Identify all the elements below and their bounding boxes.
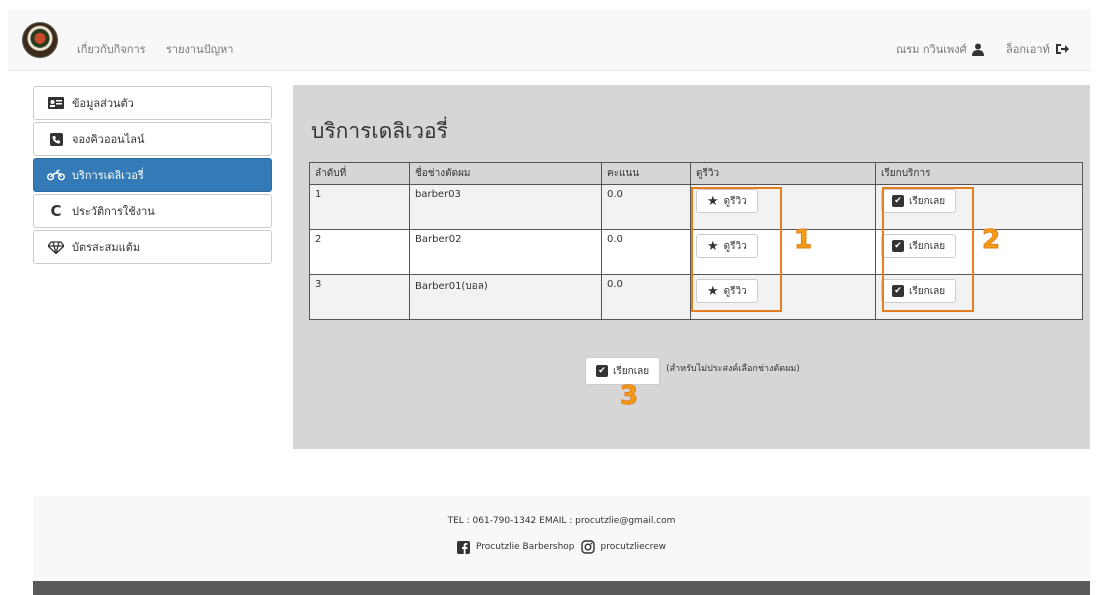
sidebar-item-label: ประวัติการใช้งาน	[72, 205, 155, 218]
quick-call-row: ✔ เรียกเลย (สำหรับไม่ประสงค์เลือกช่างตัด…	[585, 357, 800, 385]
instagram-link[interactable]: procutzliecrew	[601, 542, 667, 552]
sidebar-item-points-card[interactable]: บัตรสะสมแต้ม	[33, 230, 272, 264]
column-header: ชื่อช่างตัดผม	[409, 162, 602, 185]
barber-name: Barber01(บอล)	[409, 274, 602, 320]
row-number: 3	[309, 274, 410, 320]
sidebar: ข้อมูลส่วนตัว จองคิวออนไลน์ บริการเดลิเว…	[33, 86, 272, 266]
row-number: 1	[309, 184, 410, 230]
motorcycle-icon	[47, 169, 65, 181]
annotation-box-review	[691, 187, 782, 312]
sidebar-item-delivery[interactable]: บริการเดลิเวอรี่	[33, 158, 272, 192]
logo[interactable]	[22, 22, 58, 58]
footer-social: Procutzlie Barbershop procutzliecrew	[33, 540, 1090, 554]
annotation-number: 1	[793, 225, 813, 256]
barber-score: 0.0	[601, 184, 691, 230]
sign-out-icon	[1055, 43, 1069, 55]
instagram-icon[interactable]	[580, 540, 595, 554]
bottom-bar	[33, 581, 1090, 595]
facebook-icon[interactable]	[456, 540, 470, 554]
logout-label: ล็อกเอาท์	[1006, 43, 1050, 56]
sidebar-item-label: บริการเดลิเวอรี่	[72, 169, 144, 182]
user-icon	[971, 43, 984, 56]
check-square-icon: ✔	[596, 365, 608, 377]
nav-link-report[interactable]: รายงานปัญหา	[166, 40, 233, 58]
table-header-row: ลำดับที่ ชื่อช่างตัดผม คะแนน ดูรีวิว เรี…	[309, 162, 1083, 185]
facebook-link[interactable]: Procutzlie Barbershop	[476, 542, 575, 552]
sidebar-item-label: จองคิวออนไลน์	[72, 133, 145, 146]
phone-icon	[47, 132, 65, 146]
annotation-number: 2	[981, 225, 1001, 256]
main-panel: บริการเดลิเวอรี่ ลำดับที่ ชื่อช่างตัดผม …	[293, 85, 1090, 449]
diamond-icon	[47, 240, 65, 254]
row-number: 2	[309, 229, 410, 275]
barber-score: 0.0	[601, 229, 691, 275]
user-menu[interactable]: ณรม กวินเพงศ์	[896, 40, 984, 58]
page-title: บริการเดลิเวอรี่	[311, 119, 448, 143]
column-header: ลำดับที่	[309, 162, 410, 185]
footer: TEL : 061-790-1342 EMAIL : procutzlie@gm…	[33, 496, 1090, 581]
user-name: ณรม กวินเพงศ์	[896, 43, 967, 56]
sidebar-item-label: ข้อมูลส่วนตัว	[72, 97, 134, 110]
annotation-number: 3	[619, 381, 639, 412]
column-header: คะแนน	[601, 162, 691, 185]
sidebar-item-profile[interactable]: ข้อมูลส่วนตัว	[33, 86, 272, 120]
id-card-icon	[47, 97, 65, 109]
barber-name: Barber02	[409, 229, 602, 275]
column-header: ดูรีวิว	[690, 162, 876, 185]
sidebar-item-booking[interactable]: จองคิวออนไลน์	[33, 122, 272, 156]
nav-link-about[interactable]: เกี่ยวกับกิจการ	[77, 40, 146, 58]
barber-score: 0.0	[601, 274, 691, 320]
footer-contact: TEL : 061-790-1342 EMAIL : procutzlie@gm…	[447, 516, 676, 526]
sidebar-item-label: บัตรสะสมแต้ม	[72, 241, 141, 254]
column-header: เรียกบริการ	[875, 162, 1083, 185]
logout-link[interactable]: ล็อกเอาท์	[1006, 40, 1069, 58]
refresh-icon: C	[50, 202, 62, 220]
barber-name: barber03	[409, 184, 602, 230]
top-navbar: เกี่ยวกับกิจการ รายงานปัญหา ณรม กวินเพงศ…	[8, 10, 1091, 71]
button-label: เรียกเลย	[613, 365, 650, 377]
quick-call-note: (สำหรับไม่ประสงค์เลือกช่างตัดผม)	[666, 364, 800, 374]
annotation-box-call	[882, 187, 974, 312]
sidebar-item-history[interactable]: C ประวัติการใช้งาน	[33, 194, 272, 228]
